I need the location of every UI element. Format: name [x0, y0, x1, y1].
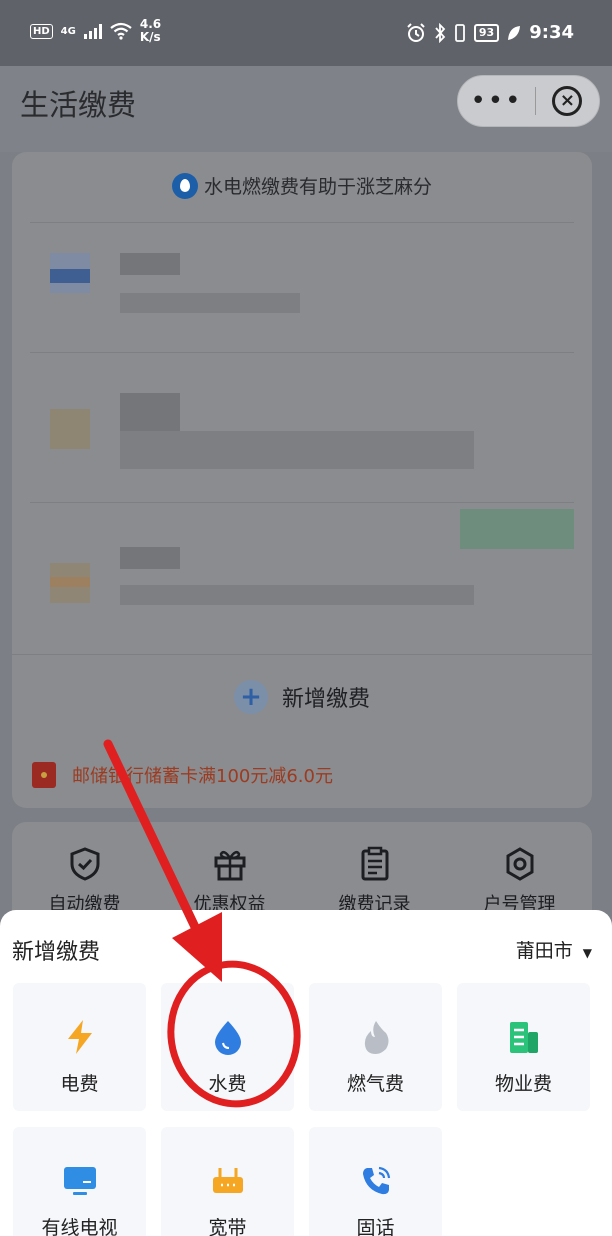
annotation-overlay: [103, 739, 301, 1108]
